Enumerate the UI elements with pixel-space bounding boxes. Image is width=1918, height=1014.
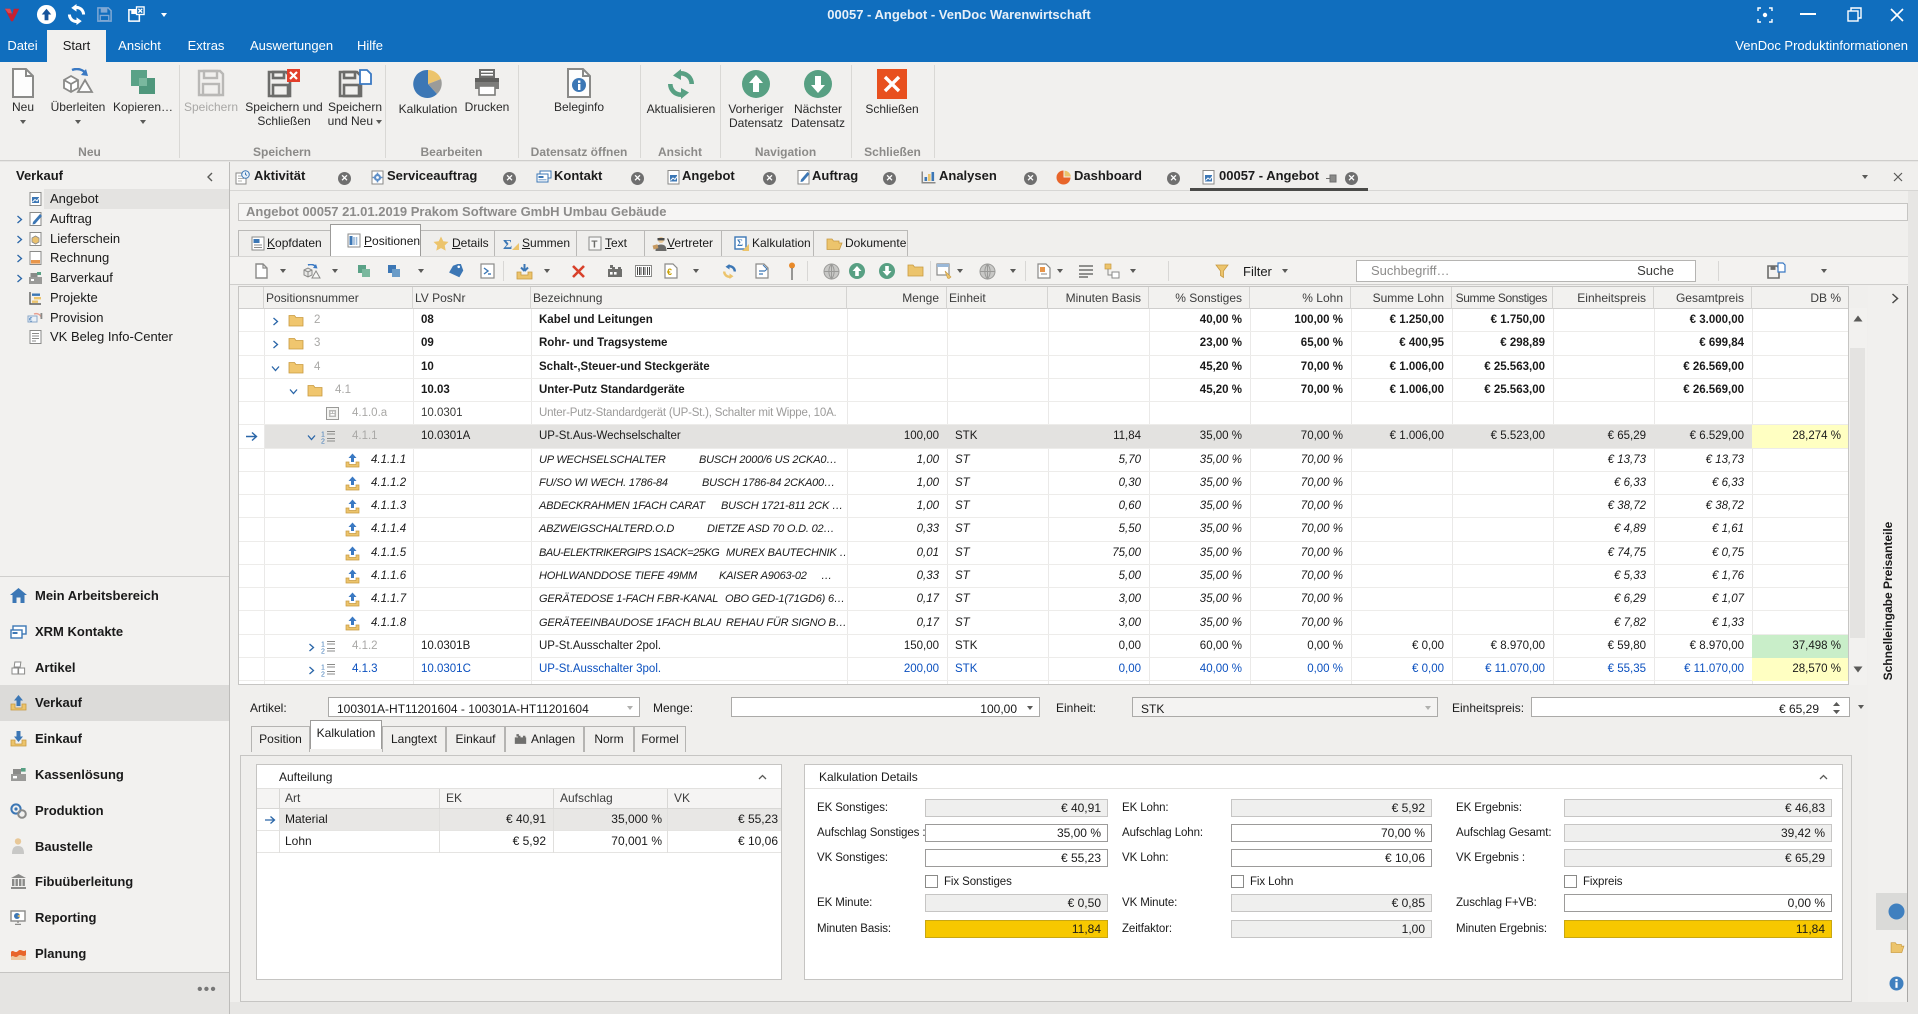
svg-text:1: 1 — [321, 665, 325, 672]
svg-text:Σ: Σ — [503, 238, 512, 252]
svg-text:1: 1 — [321, 641, 325, 648]
svg-text:1: 1 — [321, 432, 325, 439]
svg-text:2: 2 — [321, 672, 325, 678]
svg-text:2: 2 — [321, 648, 325, 654]
svg-text:€: € — [667, 267, 672, 277]
svg-text:T: T — [591, 240, 597, 251]
svg-text:Σ: Σ — [737, 238, 743, 248]
svg-text:2: 2 — [321, 439, 325, 445]
